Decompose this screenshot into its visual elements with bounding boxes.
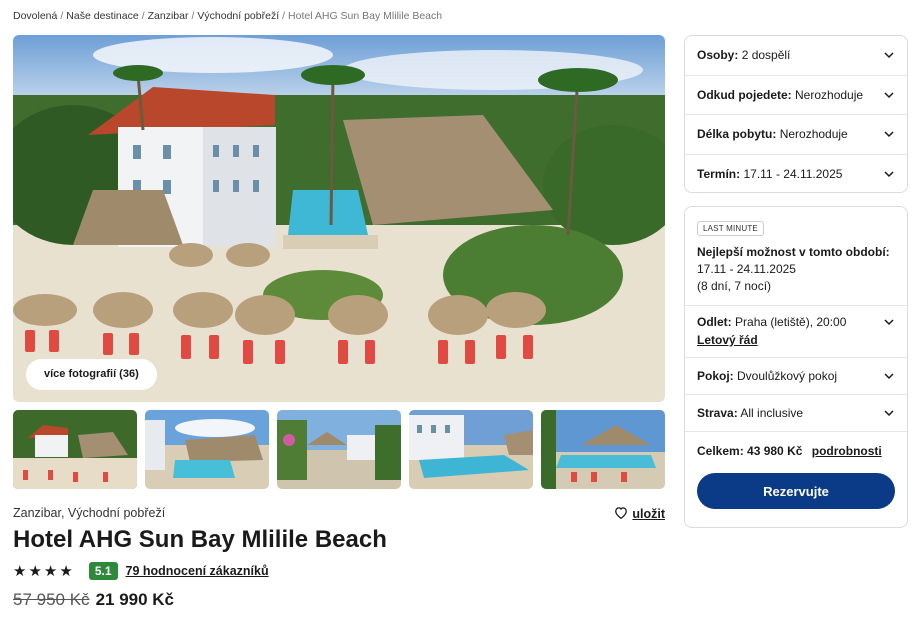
- breadcrumb-item-region[interactable]: Východní pobřeží: [197, 10, 279, 22]
- breadcrumb-current: Hotel AHG Sun Bay Mlilile Beach: [288, 10, 443, 22]
- new-price: 21 990 Kč: [95, 590, 175, 609]
- chevron-down-icon: [884, 52, 894, 59]
- option-flight[interactable]: Odlet: Praha (letiště), 20:00 Letový řád: [685, 306, 907, 358]
- main-hotel-photo[interactable]: více fotografií (36): [13, 35, 665, 402]
- option-label: Délka pobytu:: [697, 127, 777, 142]
- offer-duration: (8 dní, 7 nocí): [697, 279, 772, 293]
- thumbnail-4[interactable]: [409, 410, 533, 489]
- thumbnail-5[interactable]: [541, 410, 665, 489]
- reviews-link[interactable]: 79 hodnocení zákazníků: [126, 564, 269, 578]
- board-value: All inclusive: [740, 406, 804, 420]
- breadcrumb: Dovolená / Naše destinace / Zanzibar / Východn…: [13, 10, 443, 22]
- departure-label: Odlet:: [697, 315, 732, 329]
- thumbnail-3[interactable]: [277, 410, 401, 489]
- option-stay-length[interactable]: Délka pobytu: Nerozhoduje: [685, 115, 907, 155]
- option-value: Nerozhoduje: [795, 87, 864, 102]
- total-price: Celkem: 43 980 Kč podrobnosti: [685, 432, 907, 458]
- option-value: 17.11 - 24.11.2025: [743, 167, 843, 182]
- option-departure-city[interactable]: Odkud pojedete: Nerozhoduje: [685, 76, 907, 115]
- star-icon: ★: [28, 562, 42, 580]
- option-room[interactable]: Pokoj: Dvoulůžkový pokoj: [685, 358, 907, 395]
- option-board[interactable]: Strava: All inclusive: [685, 395, 907, 432]
- best-option-title: Nejlepší možnost v tomto období:: [697, 245, 890, 259]
- star-icon: ★: [43, 562, 58, 580]
- option-value: Nerozhoduje: [779, 127, 848, 142]
- chevron-down-icon: [884, 410, 894, 417]
- chevron-down-icon: [884, 171, 894, 178]
- more-photos-button[interactable]: více fotografií (36): [26, 359, 157, 390]
- save-button[interactable]: uložit: [614, 506, 665, 522]
- star-rating: ★ ★ ★ ★: [13, 564, 73, 579]
- rating-row: ★ ★ ★ ★ 5.1 79 hodnocení zákazníků: [13, 562, 269, 580]
- board-label: Strava:: [697, 406, 738, 420]
- search-options-card: Osoby: 2 dospělí Odkud pojedete: Nerozho…: [684, 35, 908, 193]
- save-label: uložit: [632, 507, 665, 521]
- breadcrumb-item-dovolena[interactable]: Dovolená: [13, 10, 57, 22]
- offer-dates: 17.11 - 24.11.2025: [697, 262, 796, 276]
- thumbnail-2[interactable]: [145, 410, 269, 489]
- option-date[interactable]: Termín: 17.11 - 24.11.2025: [685, 155, 907, 195]
- option-label: Odkud pojedete:: [697, 87, 792, 102]
- chevron-down-icon: [884, 319, 894, 326]
- heart-icon: [614, 506, 628, 522]
- option-label: Osoby:: [697, 48, 739, 63]
- offer-card: LAST MINUTE Nejlepší možnost v tomto obd…: [684, 206, 908, 528]
- room-label: Pokoj:: [697, 369, 734, 383]
- breadcrumb-item-destinace[interactable]: Naše destinace: [66, 10, 138, 22]
- score-badge: 5.1: [88, 562, 118, 580]
- reserve-button[interactable]: Rezervujte: [697, 473, 895, 509]
- option-persons[interactable]: Osoby: 2 dospělí: [685, 36, 907, 76]
- total-value: 43 980 Kč: [747, 444, 803, 458]
- last-minute-badge: LAST MINUTE: [697, 221, 764, 236]
- price-row: 57 950 Kč 21 990 Kč: [13, 590, 174, 610]
- star-icon: ★: [13, 562, 27, 580]
- room-value: Dvoulůžkový pokoj: [737, 369, 838, 383]
- option-value: 2 dospělí: [741, 48, 791, 63]
- hotel-location: Zanzibar, Východní pobřeží: [13, 506, 166, 520]
- chevron-down-icon: [884, 131, 894, 138]
- old-price: 57 950 Kč: [13, 590, 90, 609]
- breadcrumb-item-zanzibar[interactable]: Zanzibar: [148, 10, 189, 22]
- best-option: Nejlepší možnost v tomto období: 17.11 -…: [685, 236, 907, 306]
- details-link[interactable]: podrobnosti: [812, 444, 882, 458]
- timetable-link[interactable]: Letový řád: [697, 333, 758, 347]
- option-label: Termín:: [697, 167, 741, 182]
- star-icon: ★: [59, 562, 73, 580]
- total-label: Celkem:: [697, 444, 744, 458]
- hotel-name: Hotel AHG Sun Bay Mlilile Beach: [13, 526, 387, 553]
- thumbnail-1[interactable]: [13, 410, 137, 489]
- departure-value: Praha (letiště), 20:00: [735, 315, 847, 329]
- photo-thumbnails: [13, 410, 665, 489]
- chevron-down-icon: [884, 373, 894, 380]
- chevron-down-icon: [884, 92, 894, 98]
